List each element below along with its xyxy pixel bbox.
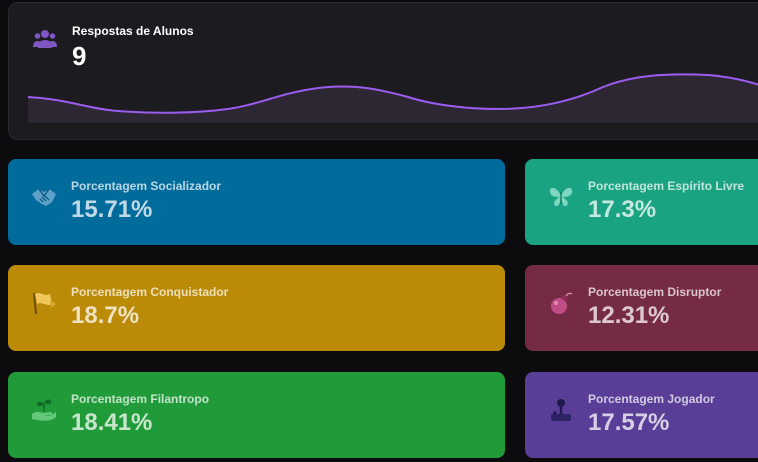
responses-label: Respostas de Alunos (72, 24, 194, 38)
users-icon (33, 30, 57, 48)
card-value: 17.57% (588, 409, 670, 436)
card-socializador: Porcentagem Socializador 15.71% (8, 159, 505, 245)
handshake-icon (32, 188, 56, 206)
card-value: 18.41% (71, 409, 153, 436)
card-label: Porcentagem Disruptor (588, 285, 722, 299)
joystick-icon (551, 399, 571, 421)
sparkline-fill (28, 74, 758, 123)
card-jogador: Porcentagem Jogador 17.57% (525, 372, 758, 458)
card-conquistador: Porcentagem Conquistador 18.7% (8, 265, 505, 351)
card-label: Porcentagem Jogador (588, 392, 715, 406)
card-label: Porcentagem Filantropo (71, 392, 210, 406)
card-label: Porcentagem Socializador (71, 179, 222, 193)
bomb-icon (551, 292, 573, 314)
card-label: Porcentagem Espírito Livre (588, 179, 745, 193)
card-espirito-livre: Porcentagem Espírito Livre 17.3% (525, 159, 758, 245)
responses-sparkline (28, 73, 758, 123)
card-value: 15.71% (71, 196, 153, 223)
card-label: Porcentagem Conquistador (71, 285, 229, 299)
card-disruptor: Porcentagem Disruptor 12.31% (525, 265, 758, 351)
hand-holding-seedling-icon (32, 399, 56, 421)
card-value: 17.3% (588, 196, 657, 223)
card-value: 12.31% (588, 302, 670, 329)
card-value: 18.7% (71, 302, 140, 329)
flag-icon (33, 292, 56, 315)
card-filantropo: Porcentagem Filantropo 18.41% (8, 372, 505, 458)
butterfly-icon (549, 187, 573, 207)
responses-card: Respostas de Alunos 9 (8, 2, 758, 140)
